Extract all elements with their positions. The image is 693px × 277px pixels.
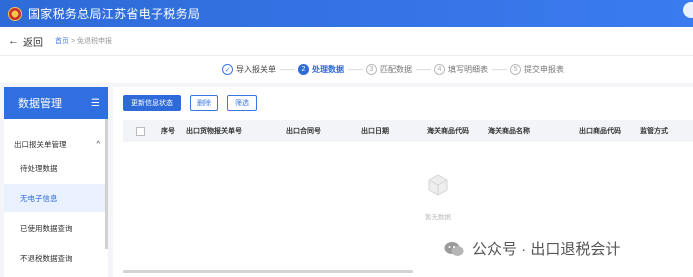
step-match: 3 匹配数据 (366, 64, 412, 75)
site-title: 国家税务总局江苏省电子税务局 (28, 7, 201, 21)
step-fill: 4 填写明细表 (434, 64, 488, 75)
breadcrumb: 首页 > 免退税申报 (55, 36, 112, 46)
step-submit: 5 提交申报表 (510, 64, 564, 75)
breadcrumb-current: 免退税申报 (77, 38, 112, 45)
breadcrumb-bar: ← 返回 首页 > 免退税申报 (0, 27, 693, 56)
sidebar-group-label: 出口报关单管理 (14, 140, 67, 149)
sidebar-header: 数据管理 ☰ (4, 87, 108, 119)
sidebar-group-customs[interactable]: 出口报关单管理 ^ (4, 139, 108, 150)
delete-button[interactable]: 删除 (190, 95, 218, 111)
column-header: 出口日期 (361, 128, 389, 135)
step-check-icon: ✓ (222, 64, 233, 75)
sidebar-item-used-query[interactable]: 已使用数据查询 (4, 214, 108, 242)
step-number: 5 (510, 64, 521, 75)
watermark-text: 公众号 · 出口退税会计 (472, 241, 621, 258)
sidebar-item-no-refund-query[interactable]: 不退税数据查询 (4, 244, 108, 272)
step-import: ✓ 导入报关单 (222, 64, 276, 75)
step-number: 4 (434, 64, 445, 75)
step-number: 2 (298, 64, 309, 75)
sidebar-scrollbar[interactable] (105, 119, 108, 249)
wechat-icon (444, 241, 464, 256)
user-avatar[interactable] (683, 2, 693, 18)
step-number: 3 (366, 64, 377, 75)
back-arrow-icon[interactable]: ← (8, 35, 19, 47)
step-label: 提交申报表 (524, 65, 564, 74)
column-header: 出口合同号 (286, 128, 321, 135)
step-separator: —— (348, 65, 363, 74)
step-label: 填写明细表 (448, 65, 488, 74)
empty-box-icon (428, 174, 448, 196)
select-all-checkbox[interactable] (136, 126, 145, 136)
horizontal-scrollbar[interactable] (123, 270, 413, 273)
filter-button[interactable]: 筛选 (227, 95, 257, 111)
step-process: 2 处理数据 (298, 64, 344, 75)
column-header: 监管方式 (640, 128, 668, 135)
progress-steps: ✓ 导入报关单 —— 2 处理数据 —— 3 匹配数据 —— 4 填写明细表 —… (0, 56, 693, 83)
menu-icon[interactable]: ☰ (91, 98, 100, 109)
chevron-up-icon: ^ (96, 139, 100, 148)
top-header-bar: 国家税务总局江苏省电子税务局 (0, 0, 693, 27)
empty-state-text: 暂无数据 (425, 214, 451, 221)
column-header: 海关商品代码 (427, 128, 469, 135)
back-button[interactable]: 返回 (23, 34, 43, 49)
column-header: 序号 (161, 128, 175, 135)
sidebar-item-no-e-info[interactable]: 无电子信息 (4, 184, 108, 212)
step-label: 匹配数据 (380, 65, 412, 74)
table-header: 序号 出口货物报关单号 出口合同号 出口日期 海关商品代码 海关商品名称 出口商… (123, 120, 693, 142)
column-header: 出口商品代码 (579, 128, 621, 135)
tax-emblem-icon (8, 6, 22, 21)
step-separator: —— (280, 65, 295, 74)
column-header: 海关商品名称 (488, 128, 530, 135)
update-status-button[interactable]: 更新信息状态 (123, 95, 181, 111)
step-separator: —— (492, 65, 507, 74)
watermark: 公众号 · 出口退税会计 (444, 238, 620, 259)
step-label: 导入报关单 (236, 65, 276, 74)
step-label: 处理数据 (312, 65, 344, 74)
sidebar-item-pending[interactable]: 待处理数据 (4, 154, 108, 182)
step-separator: —— (416, 65, 431, 74)
sidebar: 数据管理 ☰ 出口报关单管理 ^ 待处理数据 无电子信息 已使用数据查询 不退税… (4, 87, 108, 277)
breadcrumb-home-link[interactable]: 首页 (55, 38, 69, 45)
sidebar-title: 数据管理 (18, 98, 62, 110)
breadcrumb-separator: > (70, 38, 76, 45)
column-header: 出口货物报关单号 (186, 128, 242, 135)
